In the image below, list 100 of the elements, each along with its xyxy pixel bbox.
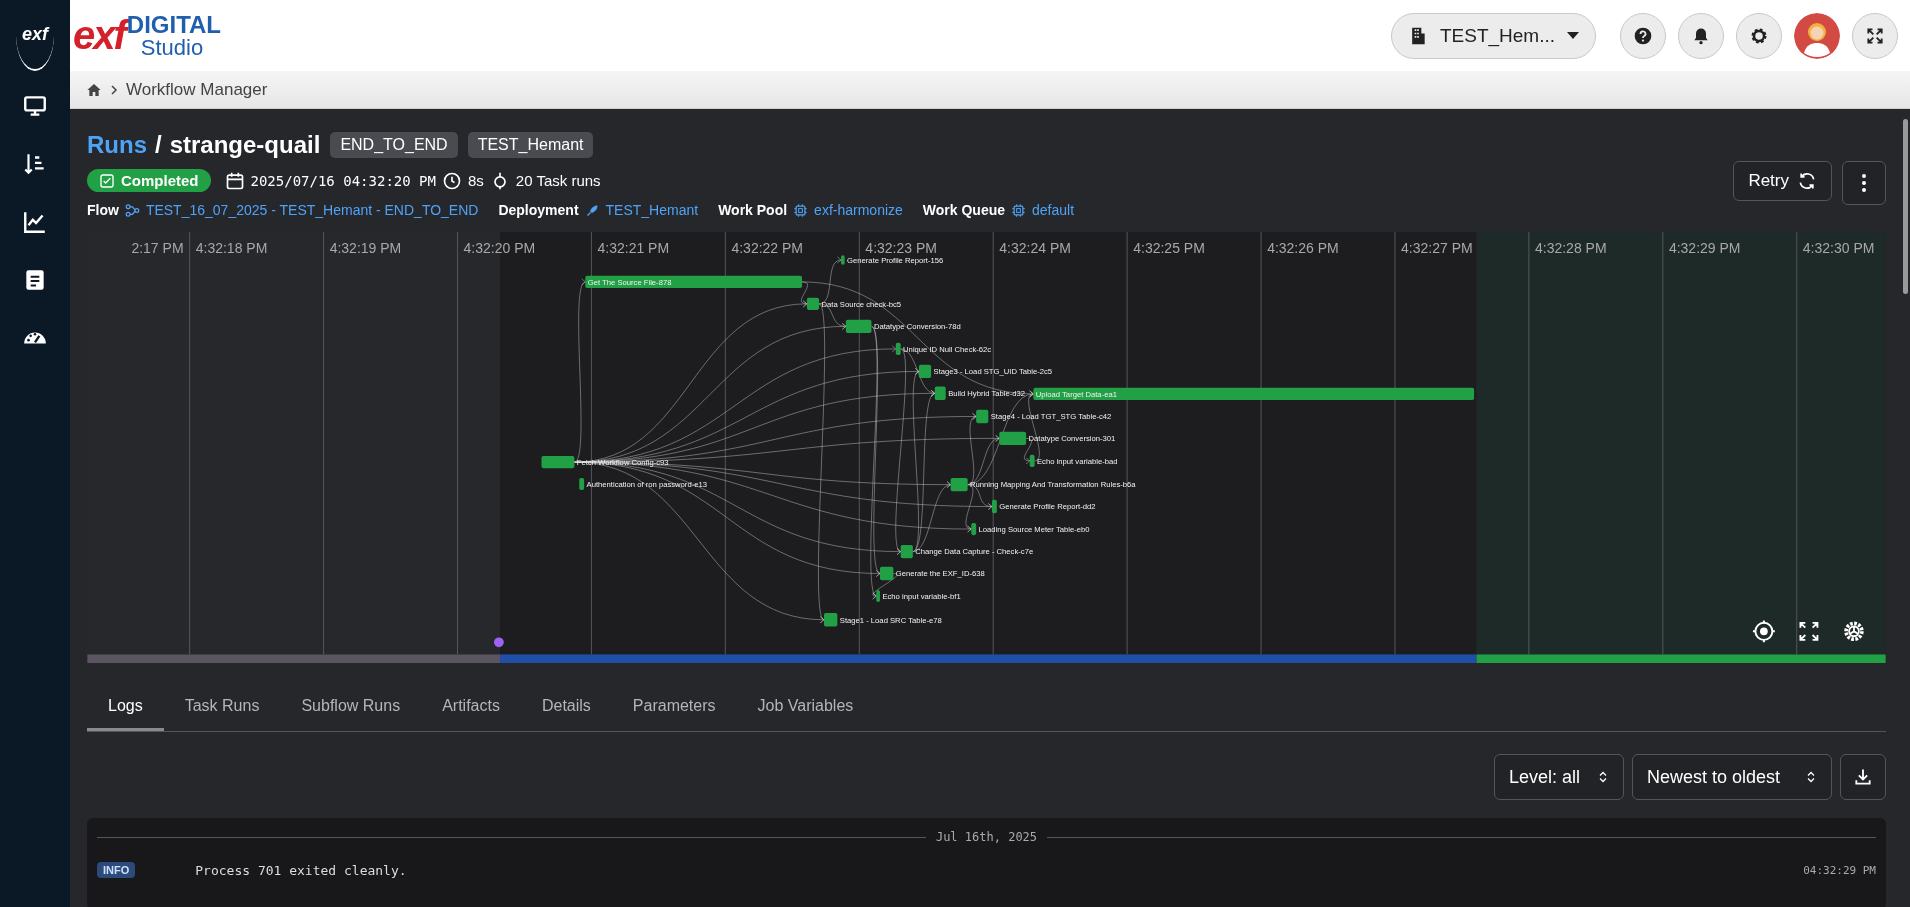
task-label: Generate the EXF_ID-638	[895, 569, 985, 579]
more-options-button[interactable]	[1842, 161, 1886, 205]
task-label: Change Data Capture - Check-c7e	[915, 547, 1034, 557]
tab[interactable]: Artifacts	[421, 681, 521, 731]
task-bar[interactable]	[918, 364, 932, 379]
retry-button[interactable]: Retry	[1733, 161, 1832, 201]
time-tick-label: 4:32:26 PM	[1267, 239, 1339, 256]
task-label: Build Hybrid Table-d32	[948, 389, 1026, 399]
run-name: strange-quail	[169, 131, 321, 159]
task-label: Unique ID Null Check-62c	[903, 344, 992, 354]
level-select[interactable]: Level: all	[1494, 754, 1624, 800]
task-bar[interactable]	[1029, 454, 1035, 467]
tab[interactable]: Logs	[87, 681, 164, 731]
task-label: Running Mapping And Transformation Rules-b6a	[970, 480, 1136, 490]
meta-label: Flow	[87, 202, 119, 218]
sidebar-logo[interactable]: exf	[16, 0, 54, 71]
home-icon[interactable]	[86, 81, 102, 98]
task-label: Echo input variable-bf1	[882, 591, 961, 601]
time-tick-label: 4:32:29 PM	[1668, 239, 1741, 256]
task-bar[interactable]	[876, 589, 880, 603]
task-run-count: 20 Task runs	[515, 172, 601, 189]
log-level-badge: INFO	[97, 862, 136, 878]
meta-link[interactable]: TEST_16_07_2025 - TEST_Hemant - END_TO_END	[145, 202, 479, 218]
task-label: Stage4 - Load TGT_STG Table-c42	[990, 412, 1112, 422]
time-tick-label: 4:32:23 PM	[865, 239, 937, 256]
up-down-caret-icon	[1597, 771, 1609, 783]
time-tick-label: 4:32:21 PM	[597, 239, 670, 256]
task-bar[interactable]	[895, 342, 901, 355]
meta-link[interactable]: exf-harmonize	[814, 202, 903, 218]
time-tick-label: 4:32:30 PM	[1802, 239, 1875, 256]
task-bar[interactable]	[579, 477, 585, 491]
task-bar[interactable]	[971, 523, 977, 536]
time-tick-label: 4:32:25 PM	[1133, 239, 1205, 256]
fullscreen-icon	[1865, 25, 1885, 46]
user-avatar[interactable]	[1794, 12, 1840, 59]
tab[interactable]: Parameters	[611, 681, 737, 731]
tab[interactable]: Job Variables	[736, 681, 875, 731]
task-bar[interactable]	[541, 456, 575, 469]
recenter-icon[interactable]	[1751, 619, 1776, 644]
task-label: Upload Target Data-ea1	[1035, 389, 1117, 399]
log-message: Process 701 exited cleanly.	[195, 862, 408, 878]
log-date: Jul 16th, 2025	[935, 830, 1038, 844]
tag: END_TO_END	[330, 132, 458, 158]
meta-label: Work Queue	[922, 202, 1005, 218]
scrollbar-thumb[interactable]	[1903, 119, 1908, 294]
log-time: 04:32:29 PM	[1803, 863, 1876, 877]
runs-link[interactable]: Runs	[87, 131, 147, 159]
timeline-start-marker[interactable]	[494, 637, 504, 648]
task-label: Loading Source Meter Table-eb0	[978, 524, 1090, 534]
fullscreen-button[interactable]	[1852, 12, 1898, 59]
task-label: Stage3 - Load STG_UID Table-2c5	[933, 367, 1053, 377]
task-label: Get The Source File-878	[587, 277, 672, 287]
breadcrumb-item[interactable]: Workflow Manager	[126, 79, 268, 100]
task-label: Generate Profile Report-dd2	[999, 502, 1096, 512]
chip-icon	[793, 202, 809, 218]
download-icon	[1853, 767, 1873, 787]
time-tick-label: 4:32:18 PM	[195, 239, 268, 256]
task-label: Echo input variable-bad	[1037, 456, 1118, 466]
calendar-icon	[224, 170, 245, 191]
line-chart-icon[interactable]	[22, 209, 48, 235]
workspace-dropdown[interactable]: TEST_Hem...	[1391, 12, 1596, 59]
settings-button[interactable]	[1736, 12, 1782, 59]
logo-subtitle: Studio	[140, 36, 205, 59]
meta-label: Deployment	[498, 202, 579, 218]
title-separator: /	[155, 131, 162, 159]
download-button[interactable]	[1840, 754, 1886, 800]
clock-icon	[441, 170, 462, 191]
task-label: Datatype Conversion-301	[1028, 434, 1116, 444]
flow-nodes-icon	[124, 202, 140, 218]
settings-icon[interactable]	[1844, 621, 1864, 642]
time-tick-label: 4:32:20 PM	[463, 239, 536, 256]
notifications-button[interactable]	[1678, 12, 1724, 59]
tab[interactable]: Subflow Runs	[280, 681, 422, 731]
time-tick-label: 4:32:28 PM	[1535, 239, 1607, 256]
time-tick-label: 4:32:27 PM	[1401, 239, 1473, 256]
help-button[interactable]	[1620, 12, 1666, 59]
task-label: Data Source check-bc5	[821, 299, 902, 309]
time-tick-label: 4:32:19 PM	[329, 239, 402, 256]
task-label: Datatype Conversion-78d	[873, 322, 961, 332]
task-bar[interactable]	[841, 255, 845, 265]
meta-link[interactable]: default	[1032, 202, 1075, 218]
chip-icon	[1011, 202, 1026, 218]
task-label: Stage1 - Load SRC Table-e78	[839, 615, 942, 625]
kebab-menu-icon	[1862, 174, 1866, 192]
tab[interactable]: Task Runs	[163, 681, 281, 731]
time-tick-label: 2:17 PM	[131, 239, 184, 256]
meta-link[interactable]: TEST_Hemant	[605, 202, 699, 218]
start-time: 2025/07/16 04:32:20 PM	[250, 172, 436, 189]
tab[interactable]: Details	[520, 681, 612, 731]
time-tick-label: 4:32:22 PM	[731, 239, 804, 256]
monitor-icon[interactable]	[22, 93, 48, 119]
sort-select[interactable]: Newest to oldest	[1632, 754, 1832, 800]
chevron-right-icon	[108, 83, 120, 96]
status-badge: Completed	[87, 169, 211, 192]
up-down-caret-icon	[1805, 771, 1817, 783]
tag: TEST_Hemant	[467, 132, 594, 158]
task-bar[interactable]	[934, 386, 946, 400]
task-bar[interactable]	[992, 499, 997, 514]
fullscreen-icon[interactable]	[1799, 621, 1819, 641]
check-square-icon	[99, 172, 115, 189]
